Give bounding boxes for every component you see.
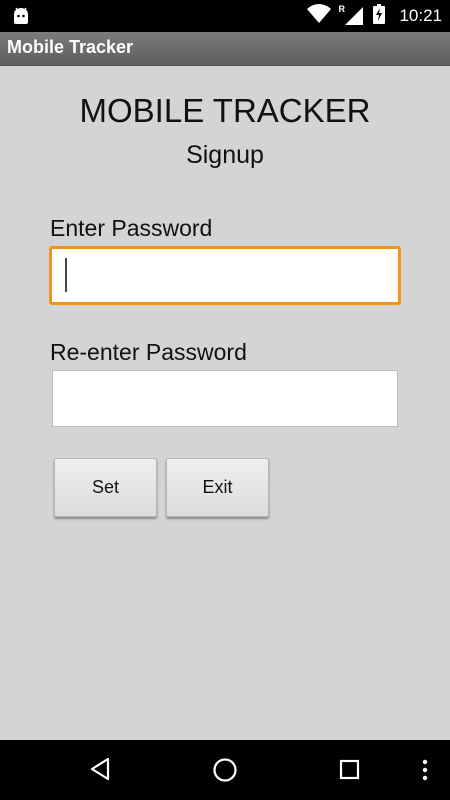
roaming-signal-icon: R — [338, 4, 364, 26]
page-heading: MOBILE TRACKER — [79, 92, 371, 129]
battery-charging-icon — [373, 4, 386, 28]
wifi-icon — [307, 4, 332, 28]
set-button[interactable]: Set — [54, 458, 157, 517]
page-subheading: Signup — [186, 141, 264, 169]
more-icon[interactable] — [421, 758, 429, 786]
status-icons: R 10:21 — [307, 0, 442, 32]
password-input[interactable] — [49, 246, 401, 305]
exit-button[interactable]: Exit — [166, 458, 269, 517]
roaming-indicator: R — [338, 4, 345, 14]
password-label: Enter Password — [50, 215, 213, 241]
home-icon[interactable] — [212, 757, 238, 787]
confirm-password-input[interactable] — [52, 370, 398, 427]
navigation-bar — [0, 740, 450, 800]
text-caret — [65, 258, 67, 292]
app-screen: R 10:21 Mobile Tracker MOBILE TRACKER Si… — [0, 0, 450, 800]
app-title: Mobile Tracker — [7, 37, 134, 57]
action-bar: Mobile Tracker — [0, 32, 450, 66]
android-icon — [10, 5, 32, 27]
confirm-password-label: Re-enter Password — [50, 339, 247, 365]
status-time: 10:21 — [399, 6, 442, 25]
back-icon[interactable] — [89, 757, 111, 785]
recents-icon[interactable] — [339, 759, 361, 785]
status-bar: R 10:21 — [0, 0, 450, 32]
